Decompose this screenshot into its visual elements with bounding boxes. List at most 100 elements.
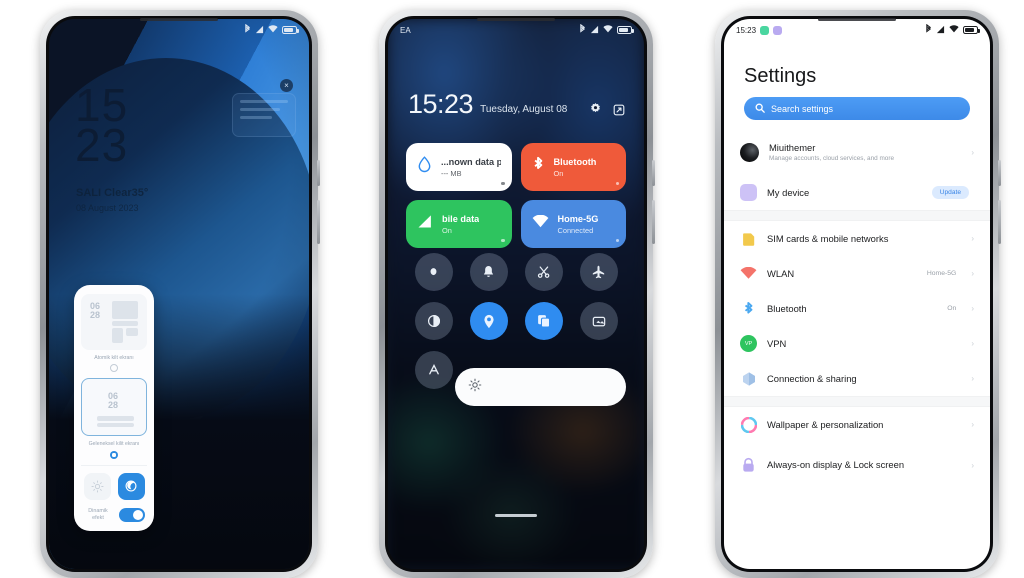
settings-row-wallpaper[interactable]: Wallpaper & personalization ›: [724, 407, 990, 442]
battery-icon: [617, 26, 634, 34]
dynamic-effect-row: Dinamik efekt: [81, 508, 147, 522]
tile-expand-dot[interactable]: [615, 181, 619, 185]
volume-button-2[interactable]: [652, 200, 655, 244]
row-label: WLAN: [767, 267, 795, 279]
row-text: My device: [767, 187, 922, 199]
copy-icon[interactable]: [524, 302, 563, 340]
scissors-icon[interactable]: [524, 253, 563, 291]
settings-row-connection-sharing[interactable]: Connection & sharing ›: [724, 361, 990, 396]
phone3-bezel: 15:23 Settings Search settings Miuitheme…: [721, 16, 993, 572]
share-icon: [740, 370, 757, 387]
row-text: VPN: [767, 338, 961, 350]
widget-preview-atomic[interactable]: 06 28: [81, 293, 147, 350]
bell-icon[interactable]: [469, 253, 508, 291]
settings-row-vpn[interactable]: VP VPN ›: [724, 326, 990, 361]
theme-switcher: [81, 472, 147, 500]
phone-device-lockscreen: 15 23 SALI Clear35° 08 August 2023 × 06 …: [40, 10, 320, 578]
battery-icon: [963, 26, 980, 34]
tile-title: Bluetooth: [553, 156, 597, 167]
widget1-label: Atomik kilt ekranı: [94, 354, 134, 361]
row-label: My device: [767, 186, 810, 198]
wifi-icon: [268, 25, 278, 35]
settings-list: Miuithemer Manage accounts, cloud servic…: [724, 129, 990, 569]
tile-text: Bluetooth On: [554, 157, 597, 178]
tile-expand-dot[interactable]: [501, 238, 505, 242]
cc-header-actions: [589, 103, 625, 121]
cc-date: Tuesday, August 08: [480, 104, 568, 115]
page-title: Settings: [744, 65, 817, 87]
water-drop-icon: [417, 156, 432, 178]
row-label: Wallpaper & personalization: [767, 418, 884, 430]
row-text: SIM cards & mobile networks: [767, 233, 961, 245]
home-indicator[interactable]: [495, 514, 537, 517]
search-input[interactable]: Search settings: [744, 97, 970, 120]
flashlight-icon[interactable]: [414, 253, 453, 291]
row-text: Wallpaper & personalization: [767, 419, 961, 431]
row-label: VPN: [767, 337, 787, 349]
settings-row-my-device[interactable]: My device Update: [724, 175, 990, 210]
settings-row-bluetooth[interactable]: Bluetooth On ›: [724, 291, 990, 326]
tile-wifi[interactable]: Home-5G Connected: [520, 200, 626, 248]
volume-button[interactable]: [317, 200, 320, 244]
tile-bluetooth[interactable]: Bluetooth On: [520, 143, 626, 191]
screenshot-icon[interactable]: [579, 302, 618, 340]
power-button-3[interactable]: [998, 160, 1001, 186]
purple-app-icon: [773, 25, 783, 35]
moon-icon[interactable]: [117, 472, 145, 500]
account-text: Miuithemer Manage accounts, cloud servic…: [769, 142, 961, 163]
row-label: Bluetooth: [767, 302, 807, 314]
widget2-radio[interactable]: [110, 450, 118, 459]
status-left-3: 15:23: [736, 25, 783, 35]
dynamic-effect-toggle[interactable]: [119, 507, 145, 522]
sun-icon[interactable]: [83, 472, 111, 500]
row-text: Always-on display & Lock screen: [767, 459, 961, 471]
sim-icon: [740, 230, 757, 247]
tile-subtitle: On: [442, 225, 452, 235]
status-right-3: [925, 23, 980, 36]
chevron-right-icon: ›: [971, 234, 974, 243]
settings-row-account[interactable]: Miuithemer Manage accounts, cloud servic…: [724, 129, 990, 175]
status-badge[interactable]: Update: [931, 186, 969, 199]
close-icon[interactable]: ×: [280, 79, 293, 92]
settings-row-wlan[interactable]: WLAN Home-5G ›: [724, 256, 990, 291]
search-icon: [755, 103, 765, 115]
lockscreen-clock: 15 23: [75, 79, 129, 171]
vpn-icon: VP: [740, 335, 757, 352]
lockscreen-weather: SALI Clear35°: [76, 187, 149, 199]
widget2-time: 06 28: [108, 391, 119, 411]
bluetooth-icon: [740, 300, 757, 317]
signal-icon: [590, 25, 599, 36]
chevron-right-icon: ›: [971, 374, 974, 383]
row-text: Bluetooth: [767, 303, 937, 315]
row-label: Always-on display & Lock screen: [767, 459, 905, 471]
phone-device-control-center: EA 15:23 Tuesday, August 08 ...nown data…: [379, 10, 655, 578]
chevron-right-icon: ›: [971, 304, 974, 313]
phone2-status-bar: EA: [388, 19, 644, 41]
widget-preview-traditional[interactable]: 06 28: [81, 378, 147, 437]
settings-row-sim[interactable]: SIM cards & mobile networks ›: [724, 221, 990, 256]
gear-icon[interactable]: [589, 103, 602, 121]
contrast-icon[interactable]: [414, 302, 453, 340]
tile-mobile-data[interactable]: bile data On: [406, 200, 512, 248]
tile-expand-dot[interactable]: [501, 181, 505, 185]
phone1-screen: 15 23 SALI Clear35° 08 August 2023 × 06 …: [49, 19, 309, 569]
phone2-bezel: EA 15:23 Tuesday, August 08 ...nown data…: [385, 16, 647, 572]
location-icon[interactable]: [469, 302, 508, 340]
brightness-slider[interactable]: [455, 368, 626, 406]
edit-icon[interactable]: [613, 103, 625, 121]
settings-row-aod-lockscreen[interactable]: Always-on display & Lock screen ›: [724, 442, 990, 488]
widget1-radio[interactable]: [110, 364, 118, 373]
chevron-right-icon: ›: [971, 269, 974, 278]
row-text: WLAN: [767, 268, 917, 280]
dynamic-effect-label: Dinamik efekt: [88, 507, 108, 521]
panel-divider: [81, 464, 147, 466]
tile-subtitle: On: [553, 168, 564, 178]
tile-expand-dot[interactable]: [615, 238, 619, 242]
power-button-2[interactable]: [652, 160, 655, 186]
earpiece-speaker: [140, 18, 218, 21]
volume-button-3[interactable]: [998, 200, 1001, 244]
power-button[interactable]: [317, 160, 320, 186]
airplane-icon[interactable]: [579, 253, 618, 291]
tile-data-plan[interactable]: ...nown data pl --- MB: [406, 143, 512, 191]
brightness-row: [406, 368, 626, 406]
